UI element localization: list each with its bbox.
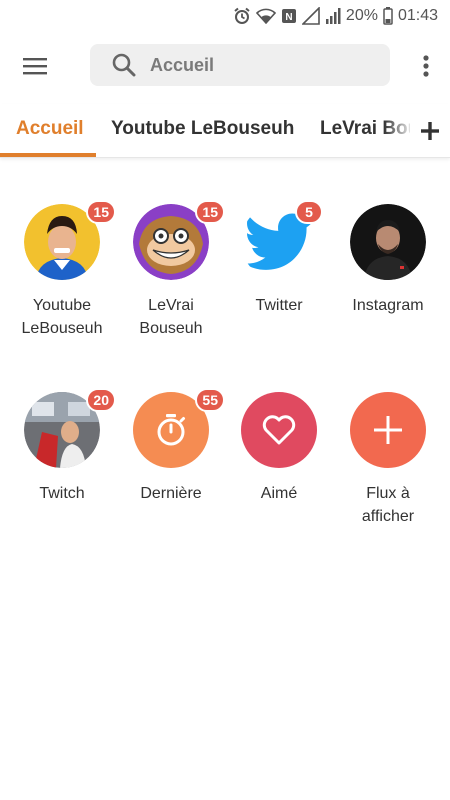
feed-instagram[interactable]: Instagram [333, 204, 443, 317]
search-bar[interactable] [90, 44, 390, 86]
battery-icon [383, 7, 393, 25]
feed-twitch[interactable]: 20 Twitch [7, 388, 117, 505]
feed-label: Dernière [140, 485, 202, 502]
plus-icon [421, 121, 439, 140]
signal-empty-icon [301, 7, 320, 25]
hamburger-icon [23, 58, 47, 75]
signal-icon [325, 7, 341, 25]
instagram-avatar [350, 204, 426, 280]
unread-badge: 15 [195, 200, 225, 224]
tab-accueil[interactable]: Accueil [16, 118, 84, 140]
feed-label: Instagram [352, 297, 424, 314]
menu-button[interactable] [15, 48, 55, 84]
wifi-icon [255, 8, 276, 24]
svg-text:N: N [285, 12, 292, 23]
feed-levrai-bouseuh[interactable]: 15 LeVrai Bouseuh [116, 200, 226, 340]
feed-flux-a-afficher[interactable]: Flux à afficher [333, 392, 443, 528]
feed-label: Aimé [260, 485, 298, 502]
feed-youtube-lebouseuh[interactable]: 15 Youtube LeBouseuh [7, 200, 117, 340]
feed-derniere[interactable]: 55 Dernière [116, 388, 226, 505]
unread-badge: 20 [86, 388, 116, 412]
unread-badge: 55 [195, 388, 225, 412]
feed-label: Twitter [255, 297, 303, 314]
unread-badge: 15 [86, 200, 116, 224]
search-icon [110, 51, 138, 79]
tab-youtube-lebouseuh[interactable]: Youtube LeBouseuh [111, 118, 294, 140]
plus-icon [350, 392, 426, 468]
feed-aime[interactable]: Aimé [224, 392, 334, 505]
tab-bar: Accueil Youtube LeBouseuh LeVrai Bouseuh [0, 104, 450, 158]
heart-icon [241, 392, 317, 468]
status-bar: N 20% 01:43 [0, 0, 450, 32]
feed-label: LeVrai Bouseuh [139, 297, 203, 337]
feed-label: Flux à afficher [361, 485, 415, 525]
battery-percent: 20% [345, 7, 378, 24]
active-tab-indicator [0, 153, 96, 157]
feed-label: Youtube LeBouseuh [21, 297, 103, 337]
more-vert-icon [423, 55, 429, 77]
unread-badge: 5 [295, 200, 323, 224]
nfc-icon: N [281, 8, 297, 24]
feed-twitter[interactable]: 5 Twitter [224, 200, 334, 317]
add-tab-button[interactable] [410, 104, 450, 157]
feed-label: Twitch [39, 485, 85, 502]
app-bar [0, 36, 450, 96]
more-options-button[interactable] [416, 50, 436, 82]
search-input[interactable] [150, 54, 350, 76]
clock: 01:43 [397, 7, 438, 24]
alarm-icon [233, 7, 251, 25]
